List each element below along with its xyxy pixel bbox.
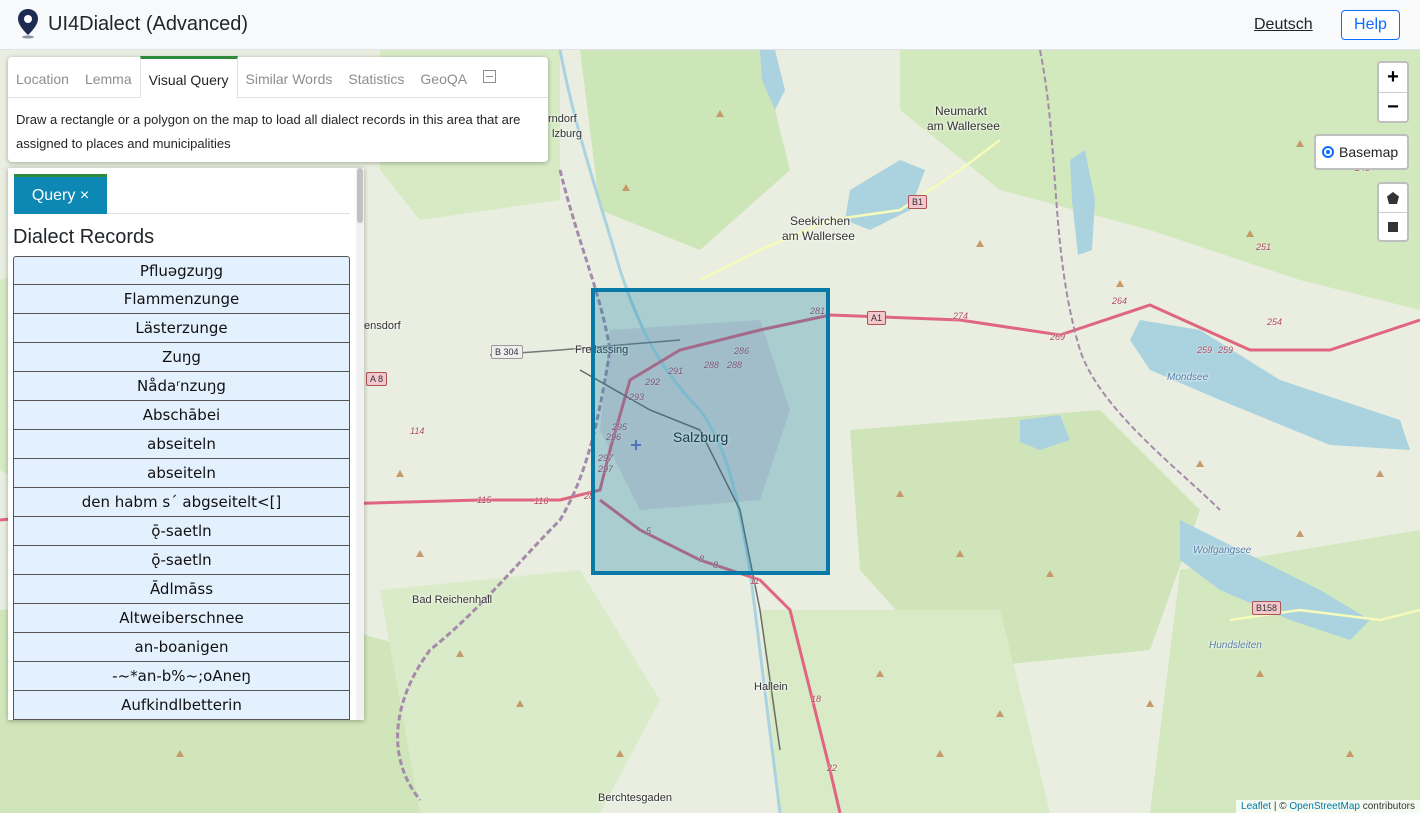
records-list: Pfluəgzuŋg Flammenzunge Lästerzunge Zuŋg… xyxy=(13,256,350,720)
collapse-icon[interactable] xyxy=(483,70,497,83)
road-b304: B 304 xyxy=(491,345,523,359)
map-attribution: Leaflet | © OpenStreetMap contributors xyxy=(1236,800,1420,813)
records-title: Dialect Records xyxy=(13,226,155,248)
help-button[interactable]: Help xyxy=(1341,10,1400,40)
route-num: 274 xyxy=(953,311,969,321)
label-lzburg: lzburg xyxy=(552,128,582,140)
tab-lemma[interactable]: Lemma xyxy=(77,56,140,97)
road-a8: A 8 xyxy=(366,372,388,386)
route-num: 269 xyxy=(1050,332,1066,342)
results-scrollbar[interactable] xyxy=(356,168,364,720)
tab-visual-query[interactable]: Visual Query xyxy=(139,56,238,98)
top-navbar: UI4Dialect (Advanced) Deutsch Help xyxy=(0,0,1420,50)
record-item[interactable]: abseiteln xyxy=(13,459,350,488)
label-hundsleiten: Hundsleiten xyxy=(1209,640,1262,651)
road-a1: A1 xyxy=(867,311,887,325)
route-num: 254 xyxy=(1267,317,1283,327)
map-pin-icon xyxy=(18,9,38,39)
record-item[interactable]: ǭ-saetln xyxy=(13,517,350,546)
route-num: 115 xyxy=(477,495,492,505)
route-num: 114 xyxy=(410,426,425,436)
scrollbar-thumb[interactable] xyxy=(357,168,363,223)
basemap-layer-control[interactable]: Basemap xyxy=(1314,134,1409,170)
label-seekirchen: Seekirchen xyxy=(790,214,851,228)
record-item[interactable]: ǭ-saetln xyxy=(13,546,350,575)
road-b158: B158 xyxy=(1252,601,1282,615)
zoom-control: + − xyxy=(1377,61,1409,123)
record-item[interactable]: Altweiberschnee xyxy=(13,604,350,633)
label-neumarkt-sub: am Wallersee xyxy=(927,119,1000,133)
record-item[interactable]: Abschābei xyxy=(13,401,350,430)
basemap-label: Basemap xyxy=(1339,144,1399,160)
record-item[interactable]: Nådaʳnzuŋg xyxy=(13,372,350,401)
label-bad-reichenhall: Bad Reichenhall xyxy=(412,594,493,606)
tab-location[interactable]: Location xyxy=(8,56,77,97)
label-berchtesgaden: Berchtesgaden xyxy=(598,792,672,804)
leaflet-link[interactable]: Leaflet xyxy=(1241,801,1271,812)
label-mondsee: Mondsee xyxy=(1167,372,1209,383)
label-wolfgangsee: Wolfgangsee xyxy=(1193,545,1252,556)
label-seekirchen-sub: am Wallersee xyxy=(782,229,855,243)
query-panel: Location Lemma Visual Query Similar Word… xyxy=(8,56,548,162)
label-ensdorf: ensdorf xyxy=(364,320,401,332)
query-tab[interactable]: Query × xyxy=(14,174,107,214)
road-b1: B1 xyxy=(908,195,928,209)
visual-query-description: Draw a rectangle or a polygon on the map… xyxy=(16,112,521,151)
brand[interactable]: UI4Dialect (Advanced) xyxy=(18,9,248,39)
app-title: UI4Dialect (Advanced) xyxy=(48,12,249,35)
draw-toolbar xyxy=(1377,182,1409,242)
record-item[interactable]: abseiteln xyxy=(13,430,350,459)
record-item[interactable]: Flammenzunge xyxy=(13,285,350,314)
tab-statistics[interactable]: Statistics xyxy=(340,56,412,97)
draw-rectangle-button[interactable] xyxy=(1379,212,1407,240)
route-num: 259 xyxy=(1197,345,1213,355)
square-icon xyxy=(1388,221,1398,232)
zoom-in-button[interactable]: + xyxy=(1379,63,1407,92)
label-rndorf: rndorf xyxy=(548,113,577,125)
radio-selected-icon[interactable] xyxy=(1322,146,1334,158)
route-num: 18 xyxy=(811,694,822,704)
results-panel: Query × Dialect Records Pfluəgzuŋg Flamm… xyxy=(8,168,364,720)
route-num: 116 xyxy=(534,496,549,506)
tab-bar: Location Lemma Visual Query Similar Word… xyxy=(8,56,548,98)
record-item[interactable]: an-boanigen xyxy=(13,633,350,662)
query-selection-rectangle[interactable] xyxy=(591,288,830,575)
record-item[interactable]: Pfluəgzuŋg xyxy=(13,256,350,285)
draw-polygon-button[interactable] xyxy=(1379,184,1407,212)
route-num: 251 xyxy=(1256,242,1272,252)
language-link[interactable]: Deutsch xyxy=(1254,16,1313,34)
route-num: 11 xyxy=(750,576,760,586)
record-item[interactable]: Aufkindlbetterin xyxy=(13,691,350,720)
tab-similar-words[interactable]: Similar Words xyxy=(238,56,341,97)
attribution-contributors: contributors xyxy=(1359,801,1415,812)
results-tab-bar: Query × xyxy=(14,174,350,214)
osm-link[interactable]: OpenStreetMap xyxy=(1289,801,1360,812)
route-num: 264 xyxy=(1112,296,1128,306)
record-item[interactable]: Ādlmāss xyxy=(13,575,350,604)
polygon-icon xyxy=(1387,192,1399,204)
route-num: 259 xyxy=(1218,345,1234,355)
record-item[interactable]: Zuŋg xyxy=(13,343,350,372)
label-hallein: Hallein xyxy=(754,681,788,693)
tab-geoqa[interactable]: GeoQA xyxy=(412,56,475,97)
record-item[interactable]: -~*an-b%~;oAneŋ xyxy=(13,662,350,691)
record-item[interactable]: Lästerzunge xyxy=(13,314,350,343)
attribution-sep: | © xyxy=(1271,801,1290,812)
record-item[interactable]: den habm s´ abgseitelt<[] xyxy=(13,488,350,517)
zoom-out-button[interactable]: − xyxy=(1379,92,1407,121)
route-num: 22 xyxy=(827,763,838,773)
label-neumarkt: Neumarkt xyxy=(935,104,988,118)
